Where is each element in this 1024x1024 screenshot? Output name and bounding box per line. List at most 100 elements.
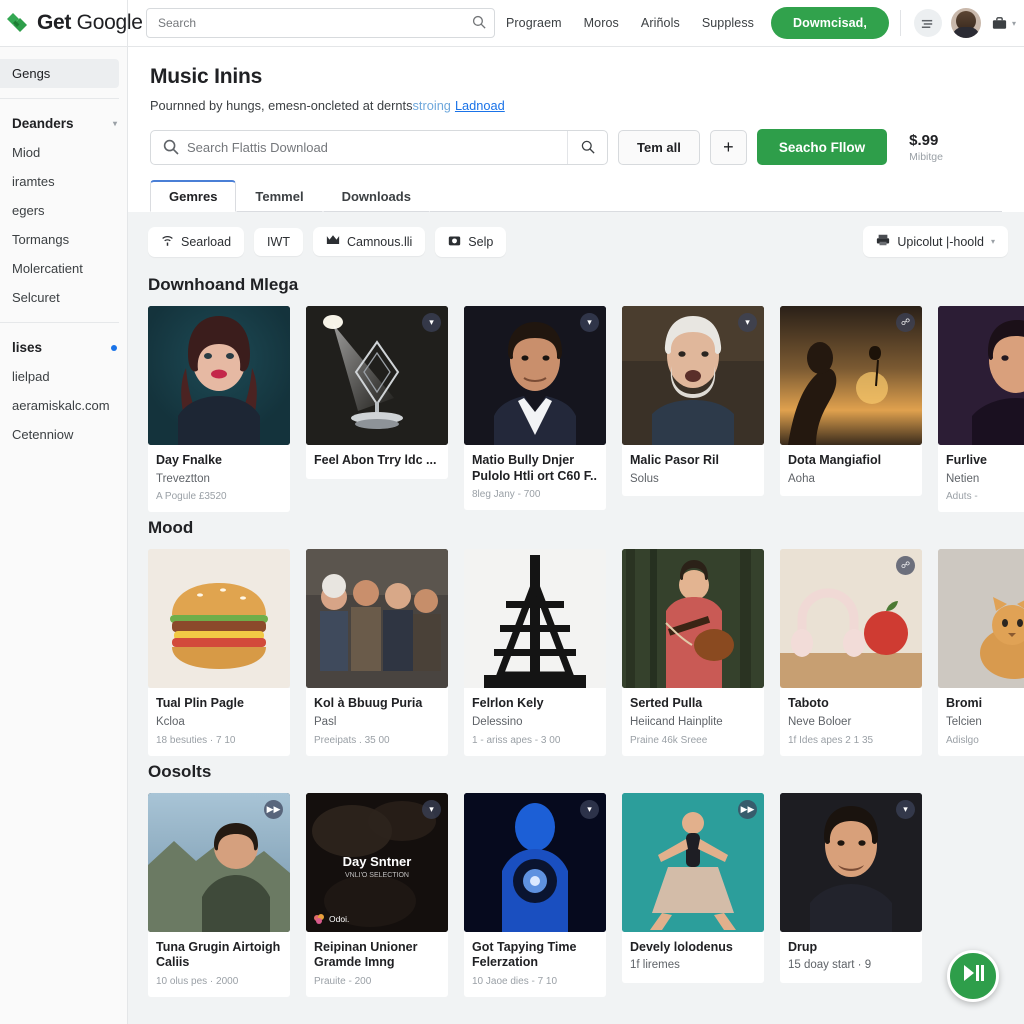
sidebar-item-selcuret[interactable]: Selcuret xyxy=(0,283,127,312)
sections-scroll-area[interactable]: Downhoand Mlega Day Fnalke Treveztton A … xyxy=(128,275,1024,998)
global-search-input[interactable] xyxy=(146,8,495,38)
card-thumbnail[interactable]: ▾ xyxy=(622,306,764,445)
card-thumbnail[interactable]: ☍ xyxy=(780,306,922,445)
chevron-down-icon[interactable]: ▾ xyxy=(580,799,599,819)
page-subtitle-text: Pournned by hungs, emesn-oncleted at der… xyxy=(150,98,413,113)
play-forward-icon[interactable]: ▶▶ xyxy=(264,799,283,819)
tab-gemres[interactable]: Gemres xyxy=(150,180,237,212)
sidebar-item-molercatient[interactable]: Molercatient xyxy=(0,254,127,283)
fast-forward-icon[interactable]: ▶▶ xyxy=(738,799,757,819)
card-thumbnail[interactable] xyxy=(306,549,448,689)
card-title: Tual Plin Pagle xyxy=(156,696,244,711)
card-thumbnail[interactable]: ☍ xyxy=(780,549,922,689)
chevron-down-icon[interactable]: ▾ xyxy=(422,313,441,332)
sidebar-item-aeramiskalc[interactable]: aeramiskalc.com xyxy=(0,391,127,420)
brand-logo-area[interactable]: Get Google xyxy=(0,0,143,47)
card-thumbnail[interactable]: ▾ xyxy=(780,792,922,932)
card-thumbnail[interactable] xyxy=(148,549,290,689)
list-item[interactable]: Serted Pulla Heiicand Hainplite Praine 4… xyxy=(622,549,764,756)
list-item[interactable]: Furlive Netien Aduts - xyxy=(938,306,1024,513)
card-thumbnail[interactable]: ▾ xyxy=(306,306,448,445)
chevron-down-icon[interactable]: ▾ xyxy=(991,237,995,246)
card-meta: Malic Pasor Ril Solus xyxy=(622,445,764,497)
sidebar-item-tormangs[interactable]: Tormangs xyxy=(0,225,127,254)
chip-searload[interactable]: Searload xyxy=(148,226,245,257)
list-item[interactable]: ▾ Drup 15 doay start · 9 xyxy=(780,792,922,997)
card-thumbnail[interactable]: ▶▶ xyxy=(622,792,764,932)
list-item[interactable]: ☍ Dota Mangiafiol Aoha xyxy=(780,306,922,512)
page-subtitle-link[interactable]: Ladnoad xyxy=(455,98,505,113)
briefcase-icon[interactable]: ▾ xyxy=(991,15,1016,32)
search-submit-button[interactable] xyxy=(567,130,607,164)
nav-link-1[interactable]: Moros xyxy=(573,10,630,36)
seacho-fllow-button[interactable]: Seacho Fllow xyxy=(756,129,888,165)
sidebar-group-deanders[interactable]: Deanders ▾ xyxy=(0,109,127,138)
card-meta: Bromi Telcien Adislgo xyxy=(938,688,1024,756)
sidebar-item-egers[interactable]: egers xyxy=(0,196,127,225)
download-button[interactable]: Dowmcisad, xyxy=(771,7,889,39)
list-item[interactable]: Bromi Telcien Adislgo xyxy=(938,549,1024,756)
sidebar-group-title-2: lises xyxy=(12,340,43,355)
chip-iwt[interactable]: IWT xyxy=(254,227,303,256)
tab-temmel[interactable]: Temmel xyxy=(236,181,323,212)
card-subtitle: Kcloa xyxy=(156,716,185,729)
card-thumbnail[interactable] xyxy=(938,306,1024,445)
search-icon[interactable] xyxy=(472,15,486,34)
thumbnail-corner-brand: Odoi. xyxy=(313,913,349,925)
card-thumbnail[interactable] xyxy=(938,549,1024,689)
list-item[interactable]: ▾ Day Sntner VNLI'O SELECTION Odoi. Reip… xyxy=(306,792,448,998)
list-item[interactable]: ▾ Feel Abon Trry ldc ... xyxy=(306,306,448,512)
chip-selp[interactable]: Selp xyxy=(435,226,507,257)
chip-camnous[interactable]: Camnous.lli xyxy=(312,227,426,256)
list-item[interactable]: Felrlon Kely Delessino 1 - ariss apes - … xyxy=(464,549,606,756)
chevron-down-icon[interactable]: ▾ xyxy=(113,119,117,128)
card-thumbnail[interactable] xyxy=(622,549,764,689)
chevron-down-icon[interactable]: ▾ xyxy=(580,313,599,332)
group-friends-art xyxy=(306,549,448,689)
list-item[interactable]: Tual Plin Pagle Kcloa 18 besuties · 7 10 xyxy=(148,549,290,756)
list-item[interactable]: ▶▶ Tuna Grugin Airtoigh Caliis 10 olus p… xyxy=(148,792,290,998)
chevron-down-icon[interactable]: ▾ xyxy=(1012,19,1016,28)
card-meta: Furlive Netien Aduts - xyxy=(938,445,1024,513)
chevron-down-icon[interactable]: ▾ xyxy=(738,313,757,332)
page-search-input[interactable] xyxy=(187,130,567,164)
lines-list-icon[interactable] xyxy=(913,9,942,37)
chevron-down-icon[interactable]: ▾ xyxy=(422,799,441,819)
list-item[interactable]: ▾ Matio Bully Dnjer Pulolo Htli ort C60 … xyxy=(464,306,606,512)
list-item[interactable]: Day Fnalke Treveztton A Pogule £3520 xyxy=(148,306,290,513)
card-meta: Matio Bully Dnjer Pulolo Htli ort C60 F.… xyxy=(464,445,606,511)
link-icon[interactable]: ☍ xyxy=(896,313,915,332)
chevron-down-icon[interactable]: ▾ xyxy=(896,799,915,819)
card-thumbnail[interactable]: ▾ Day Sntner VNLI'O SELECTION Odoi. xyxy=(306,792,448,932)
card-title: Day Fnalke xyxy=(156,453,223,467)
tem-all-button[interactable]: Tem all xyxy=(618,129,700,165)
play-pause-fab[interactable] xyxy=(947,950,999,1002)
list-item[interactable]: ▶▶ Devely lolodenus 1f liremes xyxy=(622,792,764,997)
sidebar-item-cetenniow[interactable]: Cetenniow xyxy=(0,420,127,449)
sidebar-item-miod[interactable]: Miod xyxy=(0,138,127,167)
chip-upicolut-hoold[interactable]: Upicolut |-hoold ▾ xyxy=(863,226,1008,257)
card-thumbnail[interactable] xyxy=(148,306,290,445)
add-button[interactable]: + xyxy=(709,129,747,165)
card-thumbnail[interactable] xyxy=(464,549,606,689)
card-title: Malic Pasor Ril xyxy=(630,453,719,467)
nav-link-2[interactable]: Ariñols xyxy=(630,10,691,36)
sidebar-item-lielpad[interactable]: lielpad xyxy=(0,362,127,391)
list-item[interactable]: ▾ Got Tapying Time Felerzation 10 Jaoe d… xyxy=(464,792,606,998)
list-item[interactable]: ☍ Taboto Neve Boloer 1f Ides apes 2 1 35 xyxy=(780,549,922,756)
card-meta: Got Tapying Time Felerzation 10 Jaoe die… xyxy=(464,931,606,998)
card-thumbnail[interactable]: ▶▶ xyxy=(148,792,290,932)
card-thumbnail[interactable]: ▾ xyxy=(464,792,606,932)
sidebar-item-active[interactable]: Gengs xyxy=(0,59,119,88)
card-stat: Prauite - 200 xyxy=(314,976,372,988)
nav-link-3[interactable]: Suppless xyxy=(691,10,765,36)
nav-link-0[interactable]: Prograem xyxy=(495,10,573,36)
sidebar-item-iramtes[interactable]: iramtes xyxy=(0,167,127,196)
card-thumbnail[interactable]: ▾ xyxy=(464,306,606,445)
user-avatar[interactable] xyxy=(950,8,981,38)
sidebar-group-lises[interactable]: lises xyxy=(0,333,127,362)
page-subtitle-muted[interactable]: stroing xyxy=(413,98,451,113)
list-item[interactable]: Kol à Bbuug Puria Pasl Preeipats . 35 00 xyxy=(306,549,448,756)
tab-downloads[interactable]: Downloads xyxy=(322,181,430,212)
list-item[interactable]: ▾ Malic Pasor Ril Solus xyxy=(622,306,764,512)
